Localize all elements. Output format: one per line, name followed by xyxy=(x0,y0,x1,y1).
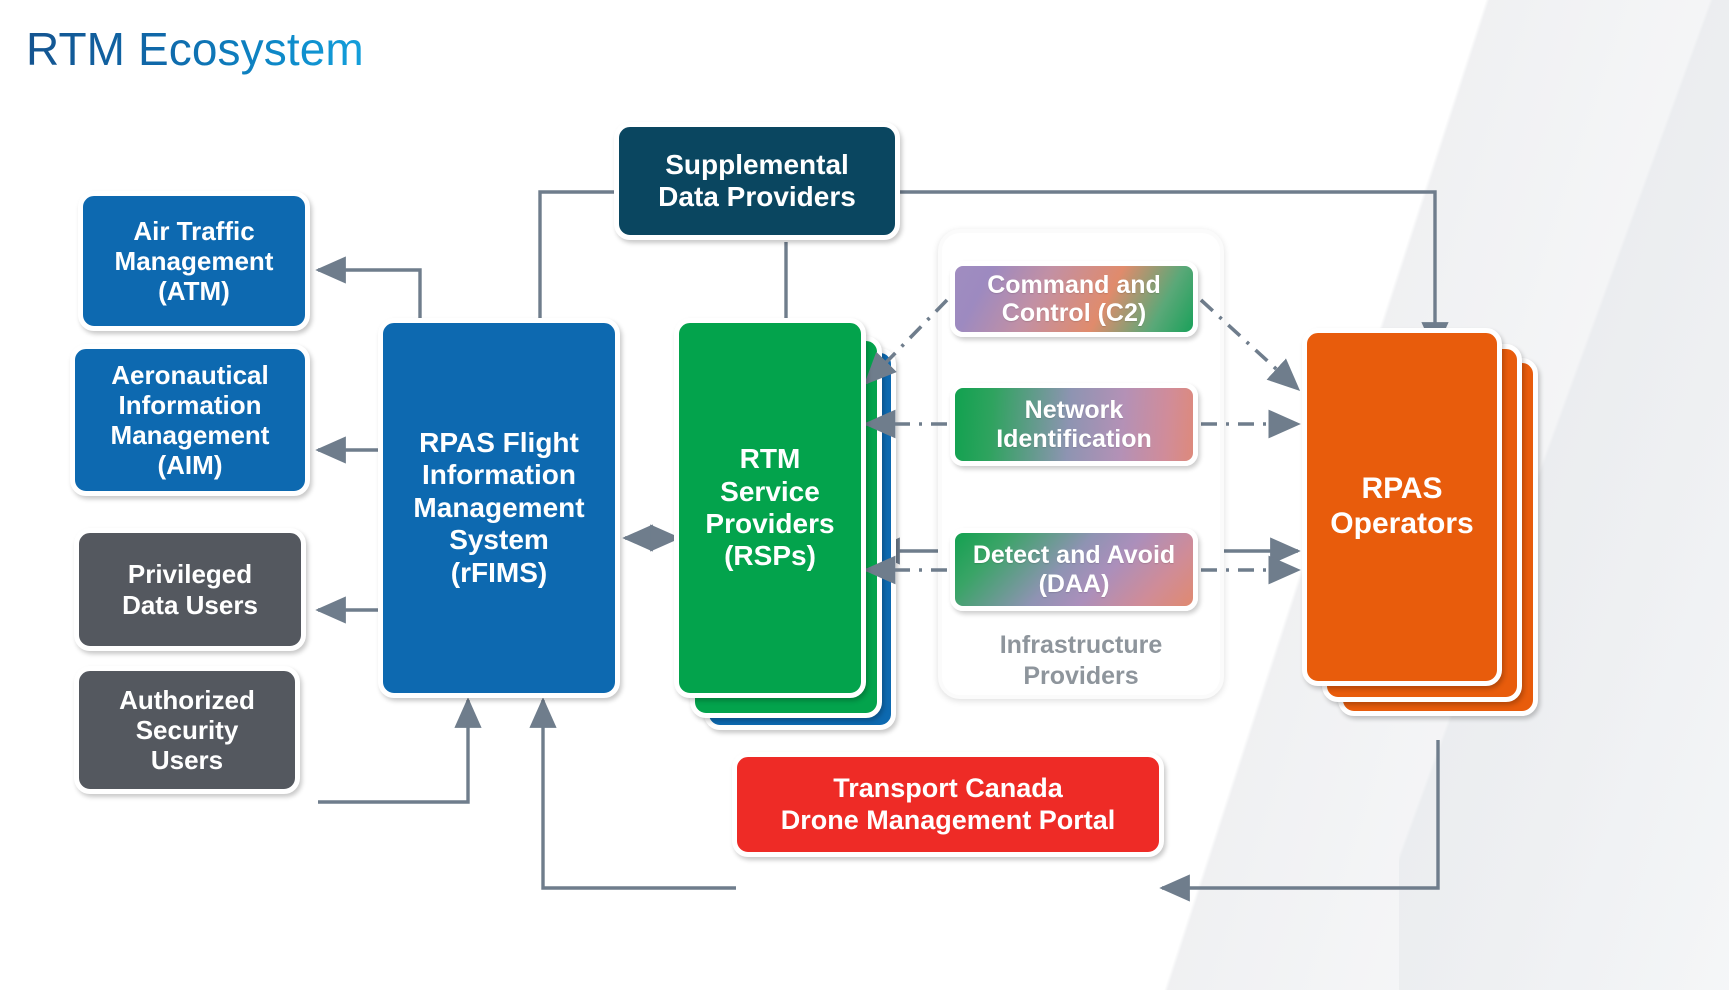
node-label-line: Drone Management Portal xyxy=(780,804,1116,835)
node-transport-canada-drone-management-portal[interactable]: Transport Canada Drone Management Portal xyxy=(732,752,1164,857)
node-label-line: Privileged xyxy=(127,559,253,590)
node-label-line: RPAS Flight xyxy=(419,426,579,458)
node-label-line: Management xyxy=(413,491,585,523)
infra-group-label-line: Infrastructure xyxy=(999,631,1163,659)
node-rpas-flight-information-management-system[interactable]: RPAS Flight Information Management Syste… xyxy=(378,318,620,698)
infra-item-detect-and-avoid[interactable]: Detect and Avoid (DAA) xyxy=(950,528,1198,611)
infra-label-line: Detect and xyxy=(972,541,1101,569)
node-label-line: (rFIMS) xyxy=(450,556,548,588)
node-label-line: Data Users xyxy=(122,589,258,620)
infra-item-network-identification[interactable]: Network Identification xyxy=(950,383,1198,466)
node-label-line: System xyxy=(449,524,549,556)
node-supplemental-data-providers[interactable]: Supplemental Data Providers xyxy=(614,122,900,240)
infra-item-command-and-control[interactable]: Command and Control (C2) xyxy=(950,261,1198,337)
node-label-line: Data Providers xyxy=(658,181,856,212)
infra-label-line: Network xyxy=(1024,396,1124,424)
node-label-line: Information xyxy=(422,459,576,491)
node-label-line: Transport Canada xyxy=(833,773,1063,804)
node-privileged-data-users[interactable]: Privileged Data Users xyxy=(74,528,306,651)
infrastructure-providers-label: Infrastructure Providers xyxy=(938,630,1224,691)
infra-label-line: Identification xyxy=(996,424,1152,453)
wire-c2-to-operators xyxy=(1199,298,1301,391)
node-label-line: Information xyxy=(118,389,262,420)
node-label-line: Supplemental xyxy=(665,148,849,180)
node-label-line: Security xyxy=(135,714,239,745)
node-label-line: RPAS xyxy=(1361,472,1443,506)
node-label-line: RTM xyxy=(739,443,801,475)
node-label-line: Providers xyxy=(705,508,835,539)
node-label-line: (RSPs) xyxy=(724,540,816,572)
node-authorized-security-users[interactable]: Authorized Security Users xyxy=(74,666,300,794)
node-label-line: (ATM) xyxy=(158,276,230,307)
infra-label-line: Command and xyxy=(987,270,1161,299)
node-label-line: Operators xyxy=(1330,507,1474,540)
node-label-line: Management xyxy=(110,420,270,450)
node-label-line: Air Traffic xyxy=(133,215,255,246)
infra-label-line: Control (C2) xyxy=(1001,299,1147,327)
wire-c2-to-rsp xyxy=(863,298,949,386)
node-label-line: (AIM) xyxy=(157,450,223,481)
node-label-line: Authorized xyxy=(119,684,255,715)
node-air-traffic-management[interactable]: Air Traffic Management (ATM) xyxy=(78,191,310,331)
node-label-line: Service xyxy=(720,475,820,507)
infra-group-label-line: Providers xyxy=(1023,661,1139,690)
slide-canvas: RTM Ecosystem Air Traffic Management (AT… xyxy=(0,0,1729,990)
node-rpas-operators[interactable]: RPAS Operators xyxy=(1302,328,1502,686)
node-aeronautical-information-management[interactable]: Aeronautical Information Management (AIM… xyxy=(70,344,310,496)
node-label-line: Aeronautical xyxy=(111,359,269,390)
node-rtm-service-providers[interactable]: RTM Service Providers (RSPs) xyxy=(674,318,866,698)
node-label-line: Management xyxy=(114,245,274,276)
node-label-line: Users xyxy=(150,745,224,776)
